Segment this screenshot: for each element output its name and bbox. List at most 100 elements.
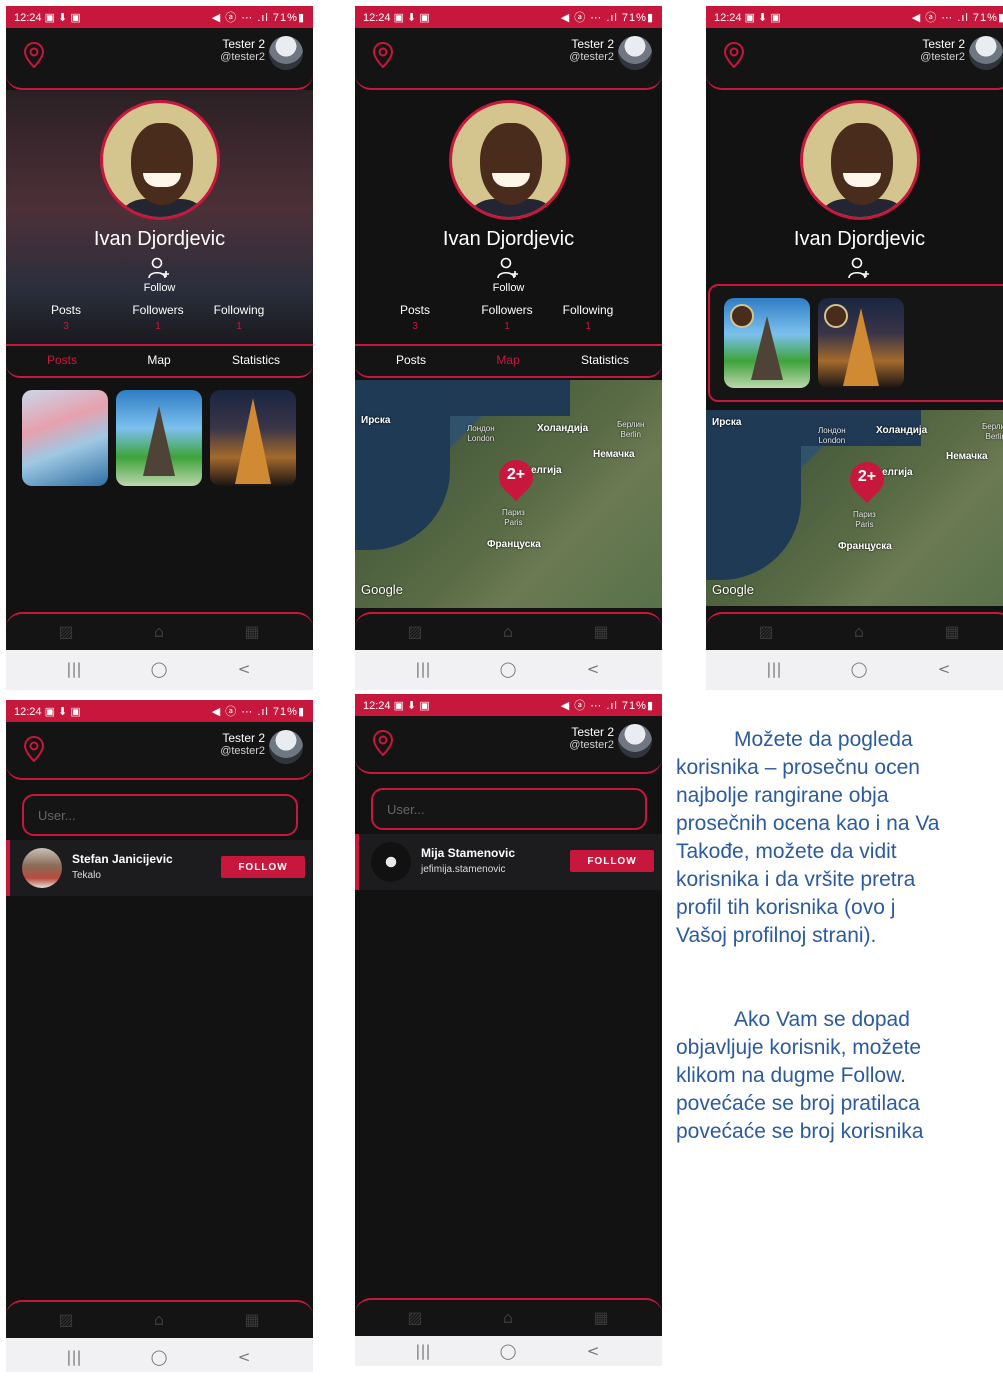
location-pin-logo-icon[interactable]: [373, 730, 393, 756]
bottom-nav: ▨ ⌂ ▦: [6, 1300, 313, 1338]
map-icon[interactable]: ▦: [942, 622, 962, 642]
doc-line: Možete da pogleda: [734, 728, 913, 751]
current-user-avatar[interactable]: [269, 36, 303, 70]
map-icon[interactable]: ▦: [591, 1308, 611, 1328]
user-search-field[interactable]: [22, 794, 298, 836]
home-button[interactable]: ◯: [498, 660, 518, 678]
recent-apps-button[interactable]: |||: [764, 660, 784, 678]
gallery-icon[interactable]: ▨: [56, 1310, 76, 1330]
recent-apps-button[interactable]: |||: [413, 660, 433, 678]
user-search-input[interactable]: [373, 790, 645, 828]
home-button[interactable]: ◯: [498, 1342, 518, 1360]
post-thumbnail[interactable]: [116, 390, 202, 486]
user-result-row[interactable]: Stefan Janicijevic Tekalo FOLLOW: [6, 840, 313, 896]
add-user-icon[interactable]: [147, 256, 171, 280]
location-pin-logo-icon[interactable]: [24, 42, 44, 68]
map-label-belgium: елгија: [531, 465, 562, 476]
stat-followers[interactable]: Followers 1: [467, 303, 547, 332]
stat-following[interactable]: Following 1: [548, 303, 628, 332]
tab-statistics[interactable]: Statistics: [206, 353, 306, 367]
post-thumbnail[interactable]: [22, 390, 108, 486]
home-button[interactable]: ◯: [149, 660, 169, 678]
map-label-netherlands: Холандија: [876, 425, 928, 436]
follow-label[interactable]: Follow: [355, 282, 662, 294]
doc-line: korisnika i da vršite pretra: [676, 868, 916, 891]
profile-name: Ivan Djordjevic: [442, 228, 575, 250]
location-pin-logo-icon[interactable]: [724, 42, 744, 68]
app-header: Tester 2 @tester2: [355, 28, 662, 90]
bottom-nav: ▨ ⌂ ▦: [6, 612, 313, 650]
stat-following[interactable]: Following 1: [199, 303, 279, 332]
tab-posts[interactable]: Posts: [12, 353, 112, 367]
home-icon[interactable]: ⌂: [849, 622, 869, 642]
doc-line: najbolje rangirane obja: [676, 784, 889, 807]
posts-map[interactable]: Ирска ЛондонLondon Холандија БерлинBerli…: [706, 410, 1003, 606]
post-thumbnail[interactable]: [210, 390, 296, 486]
current-user-name: Tester 2: [222, 731, 265, 745]
system-nav-bar: ||| ◯ <: [355, 650, 662, 690]
stat-posts: Posts 3: [399, 303, 430, 332]
popup-post-thumbnail[interactable]: [818, 298, 904, 388]
follow-button[interactable]: FOLLOW: [570, 850, 654, 872]
home-icon[interactable]: ⌂: [149, 622, 169, 642]
current-user[interactable]: Tester 2 @tester2: [569, 726, 614, 752]
location-pin-logo-icon[interactable]: [24, 736, 44, 762]
home-icon[interactable]: ⌂: [149, 1310, 169, 1330]
status-time: 12:24 ▣ ⬇ ▣: [363, 11, 430, 24]
back-button[interactable]: <: [583, 660, 603, 678]
status-bar: 12:24 ▣ ⬇ ▣ ◀ ⓐ ⋯ .ıl 71%▮: [355, 694, 662, 716]
follow-label[interactable]: Follow: [6, 282, 313, 294]
stat-posts: Posts 3: [50, 303, 81, 332]
tab-map[interactable]: Map: [109, 353, 209, 367]
user-result-row[interactable]: Mija Stamenovic jefimija.stamenovic FOLL…: [355, 834, 662, 890]
system-nav-bar: ||| ◯ <: [706, 650, 1003, 690]
user-search-input[interactable]: [24, 796, 296, 834]
tab-posts[interactable]: Posts: [361, 353, 461, 367]
stat-followers[interactable]: Followers 1: [118, 303, 198, 332]
status-bar: 12:24 ▣ ⬇ ▣ ◀ ⓐ ⋯ .ıl 71%▮: [6, 6, 313, 28]
back-button[interactable]: <: [583, 1342, 603, 1360]
tab-map[interactable]: Map: [458, 353, 558, 367]
current-user-avatar[interactable]: [618, 724, 652, 758]
recent-apps-button[interactable]: |||: [64, 1348, 84, 1366]
home-button[interactable]: ◯: [149, 1348, 169, 1366]
user-search-field[interactable]: [371, 788, 647, 830]
current-user[interactable]: Tester 2 @tester2: [569, 38, 614, 64]
status-bar: 12:24 ▣ ⬇ ▣ ◀ ⓐ ⋯ .ıl 71%▮: [706, 6, 1003, 28]
current-user[interactable]: Tester 2 @tester2: [220, 732, 265, 758]
current-user-avatar[interactable]: [269, 730, 303, 764]
current-user[interactable]: Tester 2 @tester2: [920, 38, 965, 64]
gallery-icon[interactable]: ▨: [56, 622, 76, 642]
follow-button[interactable]: FOLLOW: [221, 856, 305, 878]
current-user-avatar[interactable]: [618, 36, 652, 70]
recent-apps-button[interactable]: |||: [413, 1342, 433, 1360]
map-label-paris: Париз Paris: [502, 508, 525, 527]
google-attribution: Google: [361, 582, 403, 597]
back-button[interactable]: <: [934, 660, 954, 678]
current-user-handle: @tester2: [220, 745, 265, 757]
location-pin-logo-icon[interactable]: [373, 42, 393, 68]
profile-name: Ivan Djordjevic: [93, 228, 226, 250]
user-handle: Tekalo: [72, 870, 101, 881]
current-user-avatar[interactable]: [969, 36, 1003, 70]
recent-apps-button[interactable]: |||: [64, 660, 84, 678]
home-icon[interactable]: ⌂: [498, 1308, 518, 1328]
map-icon[interactable]: ▦: [242, 1310, 262, 1330]
current-user[interactable]: Tester 2 @tester2: [220, 38, 265, 64]
map-icon[interactable]: ▦: [591, 622, 611, 642]
gallery-icon[interactable]: ▨: [756, 622, 776, 642]
back-button[interactable]: <: [234, 1348, 254, 1366]
home-button[interactable]: ◯: [849, 660, 869, 678]
system-nav-bar: ||| ◯ <: [6, 1338, 313, 1372]
popup-post-thumbnail[interactable]: [724, 298, 810, 388]
map-cluster-count: 2+: [857, 468, 877, 485]
add-user-icon[interactable]: [496, 256, 520, 280]
home-icon[interactable]: ⌂: [498, 622, 518, 642]
tab-statistics[interactable]: Statistics: [555, 353, 655, 367]
map-icon[interactable]: ▦: [242, 622, 262, 642]
gallery-icon[interactable]: ▨: [405, 1308, 425, 1328]
gallery-icon[interactable]: ▨: [405, 622, 425, 642]
add-user-icon[interactable]: [847, 256, 871, 280]
posts-map[interactable]: Ирска ЛондонLondon Холандија БерлинBerli…: [355, 380, 662, 608]
back-button[interactable]: <: [234, 660, 254, 678]
